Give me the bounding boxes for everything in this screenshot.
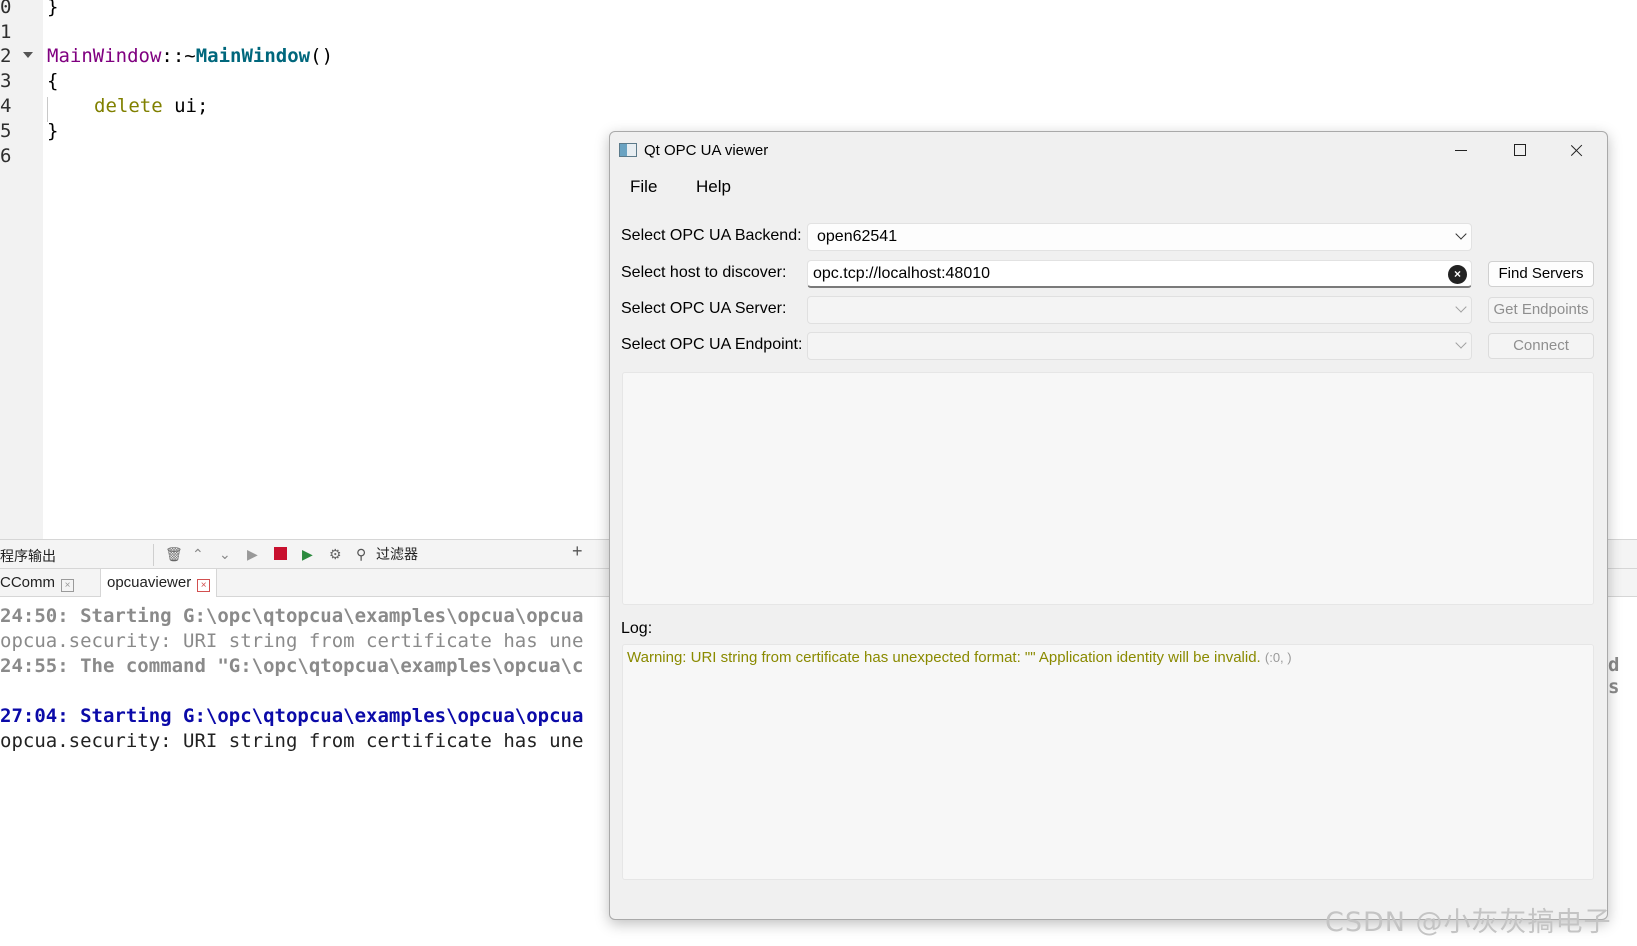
output-pane-title: 程序输出 bbox=[0, 548, 56, 564]
server-label: Select OPC UA Server: bbox=[621, 300, 787, 317]
log-message: Warning: URI string from certificate has… bbox=[627, 649, 1261, 666]
code-text: delete ui; bbox=[94, 94, 208, 119]
code-line: 4 delete ui; bbox=[0, 94, 700, 119]
tab-label: CComm bbox=[0, 574, 55, 591]
log-view[interactable]: Warning: URI string from certificate has… bbox=[622, 644, 1594, 880]
code-line: 6 bbox=[0, 144, 700, 169]
chevron-down-icon bbox=[1455, 228, 1467, 240]
watermark: CSDN @小灰灰搞电子 bbox=[1325, 907, 1612, 938]
code-text: MainWindow::~MainWindow() bbox=[47, 44, 333, 69]
menu-bar: File Help bbox=[610, 173, 1607, 203]
code-line: 3 { bbox=[0, 69, 700, 94]
line-number: 1 bbox=[0, 21, 12, 43]
keyword-token: delete bbox=[94, 95, 163, 117]
stop-icon[interactable] bbox=[274, 547, 287, 560]
trash-icon[interactable]: 🗑 bbox=[165, 546, 183, 562]
title-bar[interactable]: Qt OPC UA viewer bbox=[610, 132, 1607, 168]
line-number: 3 bbox=[0, 70, 12, 92]
close-icon[interactable]: × bbox=[197, 579, 211, 592]
endpoint-select[interactable] bbox=[807, 332, 1472, 360]
log-entry: Warning: URI string from certificate has… bbox=[627, 649, 1292, 666]
fold-arrow-icon[interactable] bbox=[23, 52, 33, 58]
endpoint-label: Select OPC UA Endpoint: bbox=[621, 336, 803, 353]
filter-label[interactable]: 过滤器 bbox=[376, 546, 418, 562]
tab-label: opcuaviewer bbox=[107, 574, 192, 591]
scope-operator-token: :: bbox=[161, 45, 185, 67]
clear-icon[interactable]: × bbox=[1448, 265, 1467, 284]
output-line: 24:50: Starting G:\opc\qtopcua\examples\… bbox=[0, 605, 584, 627]
get-endpoints-button[interactable]: Get Endpoints bbox=[1488, 297, 1594, 323]
close-icon[interactable]: × bbox=[61, 579, 74, 592]
add-icon[interactable]: + bbox=[572, 542, 583, 560]
app-icon bbox=[619, 143, 637, 157]
output-line: opcua.security: URI string from certific… bbox=[0, 630, 584, 652]
chevron-down-icon[interactable]: ⌄ bbox=[219, 546, 231, 562]
log-context: (:0, ) bbox=[1264, 650, 1292, 665]
parens-token: () bbox=[310, 45, 334, 67]
opcua-viewer-window: Qt OPC UA viewer File Help Select OPC UA… bbox=[609, 131, 1608, 920]
host-input[interactable] bbox=[813, 264, 1413, 284]
chevron-down-icon bbox=[1455, 301, 1467, 313]
code-text: { bbox=[47, 70, 59, 92]
run-icon[interactable]: ▶ bbox=[247, 546, 258, 562]
log-label: Log: bbox=[621, 620, 653, 637]
gear-icon[interactable]: ⚙ bbox=[329, 546, 342, 562]
backend-label: Select OPC UA Backend: bbox=[621, 227, 802, 244]
output-line: 24:55: The command "G:\opc\qtopcua\examp… bbox=[0, 655, 584, 677]
code-line: 5 } bbox=[0, 119, 700, 144]
line-number: 4 bbox=[0, 95, 12, 117]
chevron-up-icon[interactable]: ⌃ bbox=[192, 546, 204, 562]
host-label: Select host to discover: bbox=[621, 264, 787, 281]
chevron-down-icon bbox=[1455, 337, 1467, 349]
tab-ccomm[interactable]: CComm × bbox=[0, 569, 80, 597]
server-select[interactable] bbox=[807, 296, 1472, 324]
line-number: 0 bbox=[0, 0, 12, 18]
output-line: 27:04: Starting G:\opc\qtopcua\examples\… bbox=[0, 705, 584, 727]
window-title: Qt OPC UA viewer bbox=[644, 142, 769, 159]
node-tree-view[interactable] bbox=[622, 372, 1594, 605]
tab-opcuaviewer[interactable]: opcuaviewer × bbox=[100, 569, 218, 597]
code-text: } bbox=[47, 0, 59, 18]
line-number: 2 bbox=[0, 45, 12, 67]
search-icon: ⚲ bbox=[356, 546, 367, 562]
toolbar-separator bbox=[153, 544, 154, 566]
backend-value: open62541 bbox=[817, 228, 898, 245]
backend-select[interactable]: open62541 bbox=[807, 223, 1472, 251]
tilde-token: ~ bbox=[184, 45, 196, 67]
minimize-icon[interactable] bbox=[1432, 132, 1490, 168]
class-name-token: MainWindow bbox=[47, 45, 162, 67]
line-number: 6 bbox=[0, 145, 12, 167]
line-number: 5 bbox=[0, 120, 12, 142]
function-name-token: MainWindow bbox=[195, 45, 311, 67]
code-text: } bbox=[47, 120, 59, 142]
maximize-icon[interactable] bbox=[1490, 132, 1548, 168]
host-field[interactable]: × bbox=[807, 260, 1472, 288]
output-line: opcua.security: URI string from certific… bbox=[0, 730, 584, 752]
close-window-icon[interactable] bbox=[1548, 132, 1606, 168]
code-line: 0 } bbox=[0, 0, 700, 20]
find-servers-button[interactable]: Find Servers bbox=[1488, 261, 1594, 287]
menu-help[interactable]: Help bbox=[696, 177, 731, 197]
output-line-overflow: d s bbox=[1608, 654, 1620, 698]
debug-run-icon[interactable]: ▶ bbox=[302, 546, 313, 562]
code-line: 1 bbox=[0, 20, 700, 45]
menu-file[interactable]: File bbox=[630, 177, 657, 197]
code-line: 2 MainWindow::~MainWindow() bbox=[0, 44, 700, 69]
connect-button[interactable]: Connect bbox=[1488, 333, 1594, 359]
identifier-token: ui; bbox=[162, 95, 209, 117]
